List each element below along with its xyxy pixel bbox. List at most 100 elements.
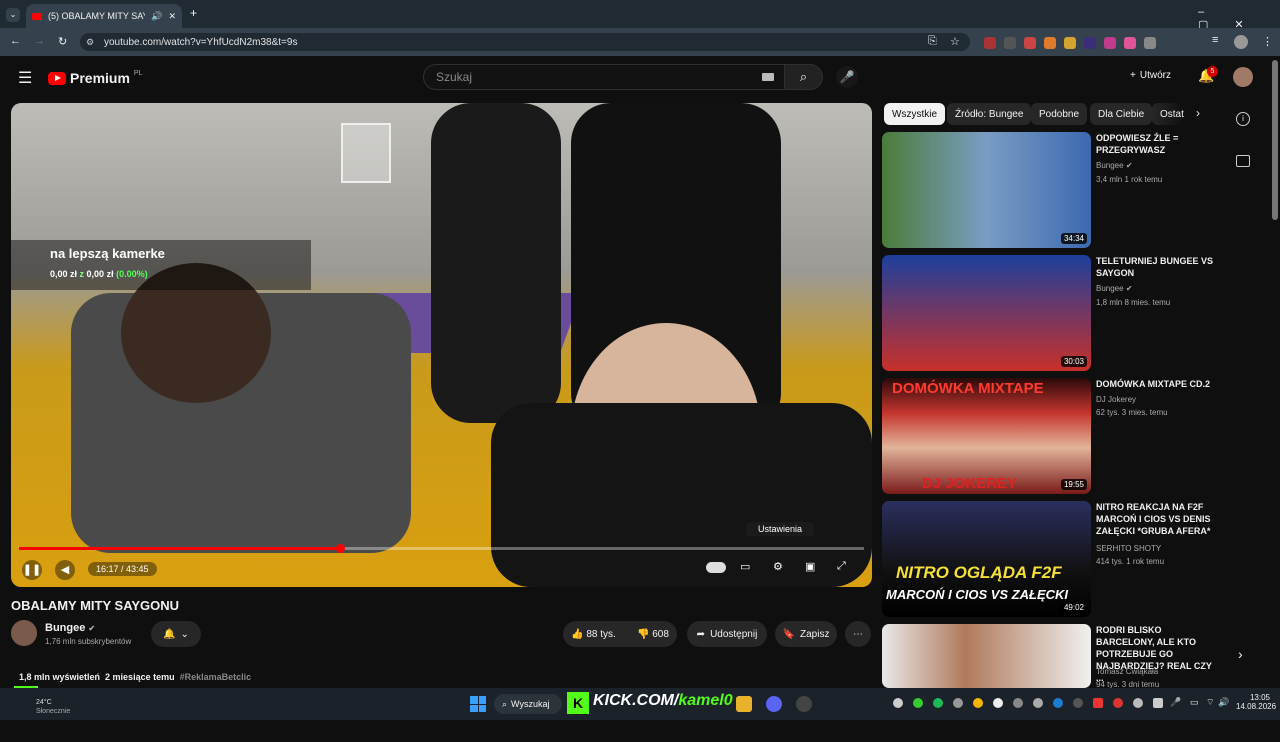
video-thumbnail[interactable]: NITRO OGLĄDA F2F MARCOŃ I CIOS VS ZAŁĘCK… (882, 501, 1091, 617)
recommendation-item[interactable]: 30:03 TELETURNIEJ BUNGEE VS SAYGON Bunge… (882, 255, 1214, 373)
pause-icon[interactable]: ❚❚ (22, 560, 42, 580)
puzzle-icon[interactable] (1144, 37, 1156, 49)
close-tab-icon[interactable]: ✕ (168, 11, 176, 22)
tray-icon[interactable] (1013, 698, 1023, 708)
side-panel-next-icon[interactable]: › (1238, 646, 1243, 662)
bookmark-star-icon[interactable]: ☆ (950, 35, 960, 48)
taskbar-search[interactable]: ⌕ Wyszukaj (494, 694, 562, 714)
forward-icon[interactable]: → (34, 35, 45, 47)
rec-title[interactable]: ODPOWIESZ ŹLE = PRZEGRYWASZ (1096, 132, 1214, 156)
extension-icon[interactable] (1044, 37, 1056, 49)
audio-icon[interactable]: 🔊 (151, 11, 162, 22)
search-button[interactable]: ⌕ (785, 64, 823, 90)
extension-icon[interactable] (1124, 37, 1136, 49)
page-scrollbar[interactable] (1272, 60, 1278, 220)
info-icon[interactable]: i (1236, 112, 1250, 126)
progress-scrubber[interactable] (336, 544, 345, 553)
rec-title[interactable]: TELETURNIEJ BUNGEE VS SAYGON (1096, 255, 1214, 279)
profile-avatar[interactable] (1234, 35, 1248, 49)
video-thumbnail[interactable]: 30:03 (882, 255, 1091, 371)
reload-icon[interactable]: ↻ (58, 35, 67, 48)
tray-icon[interactable] (1073, 698, 1083, 708)
extension-icon[interactable] (1104, 37, 1116, 49)
save-button[interactable]: 🔖 Zapisz (775, 621, 837, 647)
video-player[interactable] (11, 103, 872, 587)
discord-icon[interactable] (766, 696, 782, 712)
settings-gear-icon[interactable]: ⚙ (773, 560, 783, 573)
tray-icon[interactable] (1153, 698, 1163, 708)
back-icon[interactable]: ← (10, 35, 21, 47)
chip-similar[interactable]: Podobne (1031, 103, 1088, 125)
create-button[interactable]: + Utwórz (1130, 70, 1171, 81)
tray-icon[interactable] (913, 698, 923, 708)
search-input[interactable]: Szukaj (423, 64, 785, 90)
extension-icon[interactable] (1024, 37, 1036, 49)
tray-icon[interactable] (973, 698, 983, 708)
extension-icon[interactable] (984, 37, 996, 49)
recommendation-item[interactable]: DOMÓWKA MIXTAPE DJ JOKEREY 19:55 DOMÓWKA… (882, 378, 1212, 496)
video-thumbnail[interactable] (882, 624, 1091, 688)
speaker-icon[interactable]: 🔊 (1218, 697, 1229, 708)
network-icon[interactable]: ⌔ (1206, 697, 1214, 708)
fullscreen-icon[interactable]: ⤢ (837, 560, 846, 573)
like-button[interactable]: 👍 88 tys. (571, 629, 616, 640)
rec-title[interactable]: DOMÓWKA MIXTAPE CD.2 (1096, 378, 1214, 390)
donation-goal-progress: 0,00 zł z 0,00 zł (0.00%) (50, 269, 148, 279)
chat-icon[interactable] (1236, 155, 1250, 167)
media-control-icon[interactable]: ≡ (1212, 34, 1218, 46)
chips-next-icon[interactable]: › (1196, 106, 1200, 120)
subscription-bell-button[interactable]: 🔔 ⌄ (151, 621, 201, 647)
recommendation-item[interactable]: 34:34 ODPOWIESZ ŹLE = PRZEGRYWASZ Bungee… (882, 132, 1212, 250)
channel-avatar[interactable] (11, 620, 37, 646)
account-avatar[interactable] (1233, 67, 1253, 87)
chip-latest[interactable]: Ostat (1152, 103, 1184, 125)
duration-badge: 30:03 (1060, 356, 1087, 367)
chip-source[interactable]: Źródło: Bungee (947, 103, 1032, 125)
chip-for-you[interactable]: Dla Ciebie (1090, 103, 1153, 125)
browser-tab-youtube[interactable]: (5) OBALAMY MITY SAYGO 🔊 ✕ (26, 4, 182, 28)
extension-icon[interactable] (1084, 37, 1096, 49)
tray-icon[interactable] (953, 698, 963, 708)
extension-icon[interactable] (1064, 37, 1076, 49)
rec-title[interactable]: NITRO REAKCJA NA F2F MARCOŃ I CIOS VS DE… (1096, 501, 1214, 537)
keyboard-icon[interactable] (762, 73, 774, 81)
more-actions-icon[interactable]: ⋯ (845, 621, 871, 647)
video-thumbnail[interactable]: 34:34 (882, 132, 1091, 248)
channel-name[interactable]: Bungee ✔ (45, 622, 95, 634)
tab-list-icon[interactable]: ⌄ (6, 8, 20, 22)
microphone-icon[interactable]: 🎤 (836, 66, 858, 88)
clock[interactable]: 13:05 14.08.2026 (1236, 693, 1276, 711)
video-thumbnail[interactable]: DOMÓWKA MIXTAPE DJ JOKEREY 19:55 (882, 378, 1091, 494)
browser-menu-icon[interactable]: ⋮ (1262, 35, 1273, 48)
dislike-button[interactable]: 👎 608 (637, 629, 669, 640)
chip-all[interactable]: Wszystkie (884, 103, 945, 125)
file-explorer-icon[interactable] (736, 696, 752, 712)
install-app-icon[interactable]: ⎘ (928, 35, 937, 48)
miniplayer-icon[interactable]: ▣ (805, 560, 815, 573)
autoplay-toggle[interactable] (706, 562, 726, 573)
display-icon[interactable]: ▭ (1190, 697, 1199, 708)
share-button[interactable]: ➦ Udostępnij (687, 621, 767, 647)
windows-start-icon[interactable] (470, 696, 486, 712)
volume-icon[interactable]: ◀ (55, 560, 75, 580)
tray-icon[interactable] (993, 698, 1003, 708)
recommendation-item[interactable]: NITRO OGLĄDA F2F MARCOŃ I CIOS VS ZAŁĘCK… (882, 501, 1212, 619)
tray-icon[interactable] (1033, 698, 1043, 708)
youtube-logo[interactable]: Premium PL (48, 70, 142, 86)
extension-icon[interactable] (1004, 37, 1016, 49)
url-field[interactable]: youtube.com/watch?v=YhfUcdN2m38&t=9s (80, 33, 970, 51)
app-icon[interactable] (796, 696, 812, 712)
hamburger-menu-icon[interactable]: ☰ (18, 68, 32, 88)
new-tab-icon[interactable]: + (190, 6, 197, 20)
tray-icon[interactable] (1113, 698, 1123, 708)
tray-icon[interactable] (1053, 698, 1063, 708)
site-info-icon[interactable]: ⚙ (86, 37, 94, 48)
hashtag-link[interactable]: #ReklamaBetclic (180, 672, 252, 682)
subtitles-icon[interactable]: ▭ (740, 560, 750, 573)
recommendation-item[interactable]: RODRI BLISKO BARCELONY, ALE KTO POTRZEBU… (882, 624, 1212, 742)
tray-icon[interactable] (933, 698, 943, 708)
microphone-tray-icon[interactable]: 🎤 (1170, 697, 1181, 708)
tray-icon[interactable] (1093, 698, 1103, 708)
tray-icon[interactable] (893, 698, 903, 708)
tray-icon[interactable] (1133, 698, 1143, 708)
